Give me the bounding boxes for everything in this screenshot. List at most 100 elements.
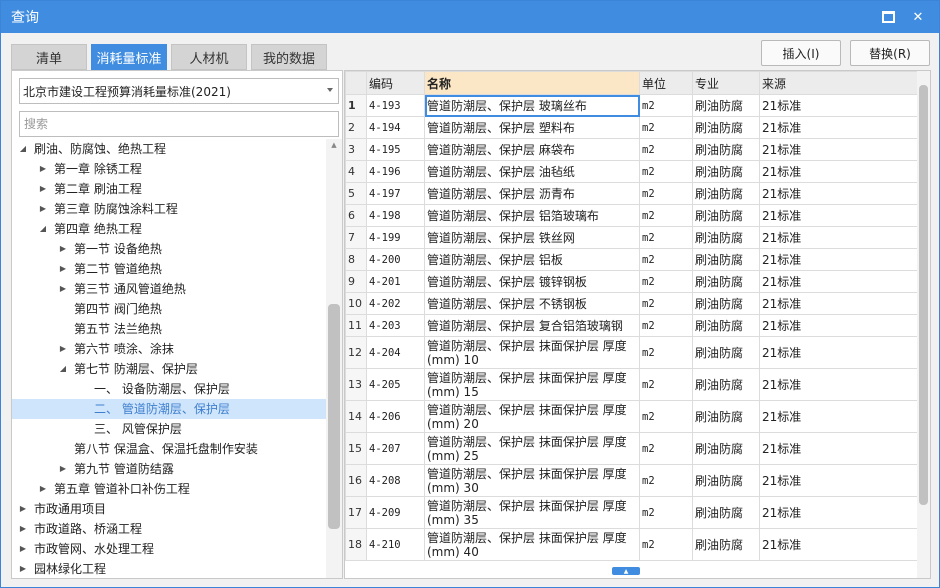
tree-collapsed-icon[interactable]: ▶	[58, 339, 68, 359]
major-cell[interactable]: 刷油防腐	[692, 94, 760, 117]
standard-select[interactable]: 北京市建设工程预算消耗量标准(2021)	[19, 78, 339, 104]
insert-button[interactable]: 插入(I)	[761, 40, 841, 66]
table-row[interactable]: 11 4-203 管道防潮层、保护层 复合铝箔玻璃钢 m2 刷油防腐 21标准	[345, 314, 918, 337]
unit-cell[interactable]: m2	[639, 432, 693, 465]
code-cell[interactable]: 4-200	[366, 248, 425, 271]
major-cell[interactable]: 刷油防腐	[692, 182, 760, 205]
tree-item[interactable]: ◢ 刷油、防腐蚀、绝热工程	[12, 139, 326, 159]
tree-item[interactable]: ▶ 第五章 管道补口补伤工程	[12, 479, 326, 499]
major-cell[interactable]: 刷油防腐	[692, 400, 760, 433]
tree-collapsed-icon[interactable]: ▶	[18, 539, 28, 559]
tree-item[interactable]: 第八节 保温盒、保温托盘制作安装	[12, 439, 326, 459]
name-cell[interactable]: 管道防潮层、保护层 镀锌钢板	[424, 270, 640, 293]
major-cell[interactable]: 刷油防腐	[692, 464, 760, 497]
unit-cell[interactable]: m2	[639, 496, 693, 529]
table-row[interactable]: 3 4-195 管道防潮层、保护层 麻袋布 m2 刷油防腐 21标准	[345, 138, 918, 161]
code-cell[interactable]: 4-207	[366, 432, 425, 465]
source-cell[interactable]: 21标准	[759, 182, 918, 205]
source-cell[interactable]: 21标准	[759, 496, 918, 529]
row-number-cell[interactable]: 17	[345, 496, 367, 529]
code-cell[interactable]: 4-204	[366, 336, 425, 369]
search-input[interactable]	[19, 111, 339, 137]
tree-collapsed-icon[interactable]: ▶	[18, 519, 28, 539]
unit-cell[interactable]: m2	[639, 248, 693, 271]
table-row[interactable]: 12 4-204 管道防潮层、保护层 抹面保护层 厚度(mm) 10 m2 刷油防腐 21…	[345, 336, 918, 369]
code-cell[interactable]: 4-198	[366, 204, 425, 227]
code-cell[interactable]: 4-205	[366, 368, 425, 401]
row-number-cell[interactable]: 6	[345, 204, 367, 227]
unit-cell[interactable]: m2	[639, 138, 693, 161]
unit-cell[interactable]: m2	[639, 94, 693, 117]
name-cell[interactable]: 管道防潮层、保护层 铝板	[424, 248, 640, 271]
tree-item[interactable]: ▶ 市政道路、桥涵工程	[12, 519, 326, 539]
name-cell[interactable]: 管道防潮层、保护层 抹面保护层 厚度(mm) 10	[424, 336, 640, 369]
replace-button[interactable]: 替换(R)	[850, 40, 930, 66]
table-row[interactable]: 2 4-194 管道防潮层、保护层 塑料布 m2 刷油防腐 21标准	[345, 116, 918, 139]
unit-cell[interactable]: m2	[639, 528, 693, 561]
major-cell[interactable]: 刷油防腐	[692, 116, 760, 139]
unit-cell[interactable]: m2	[639, 160, 693, 183]
code-cell[interactable]: 4-194	[366, 116, 425, 139]
tree-collapsed-icon[interactable]: ▶	[58, 279, 68, 299]
source-cell[interactable]: 21标准	[759, 226, 918, 249]
row-number-cell[interactable]: 5	[345, 182, 367, 205]
code-cell[interactable]: 4-197	[366, 182, 425, 205]
row-number-cell[interactable]: 2	[345, 116, 367, 139]
row-number-cell[interactable]: 3	[345, 138, 367, 161]
table-row[interactable]: 9 4-201 管道防潮层、保护层 镀锌钢板 m2 刷油防腐 21标准	[345, 270, 918, 293]
major-cell[interactable]: 刷油防腐	[692, 204, 760, 227]
tab-my-data[interactable]: 我的数据	[251, 44, 327, 70]
tree-item[interactable]: ▶ 市政管网、水处理工程	[12, 539, 326, 559]
tree-item[interactable]: ▶ 第三章 防腐蚀涂料工程	[12, 199, 326, 219]
tree-item[interactable]: 二、 管道防潮层、保护层	[12, 399, 326, 419]
table-row[interactable]: 8 4-200 管道防潮层、保护层 铝板 m2 刷油防腐 21标准	[345, 248, 918, 271]
code-cell[interactable]: 4-202	[366, 292, 425, 315]
row-number-cell[interactable]: 7	[345, 226, 367, 249]
major-cell[interactable]: 刷油防腐	[692, 248, 760, 271]
unit-cell[interactable]: m2	[639, 336, 693, 369]
code-cell[interactable]: 4-195	[366, 138, 425, 161]
tree-scrollbar-thumb[interactable]	[328, 304, 340, 529]
tree-item[interactable]: 一、 设备防潮层、保护层	[12, 379, 326, 399]
tree-item[interactable]: 第四节 阀门绝热	[12, 299, 326, 319]
major-cell[interactable]: 刷油防腐	[692, 314, 760, 337]
name-cell[interactable]: 管道防潮层、保护层 抹面保护层 厚度(mm) 30	[424, 464, 640, 497]
table-row[interactable]: 5 4-197 管道防潮层、保护层 沥青布 m2 刷油防腐 21标准	[345, 182, 918, 205]
name-cell[interactable]: 管道防潮层、保护层 塑料布	[424, 116, 640, 139]
tab-list[interactable]: 清单	[11, 44, 87, 70]
tree-collapsed-icon[interactable]: ▶	[18, 559, 28, 578]
unit-cell[interactable]: m2	[639, 400, 693, 433]
row-number-cell[interactable]: 14	[345, 400, 367, 433]
table-row[interactable]: 4 4-196 管道防潮层、保护层 油毡纸 m2 刷油防腐 21标准	[345, 160, 918, 183]
table-row[interactable]: 17 4-209 管道防潮层、保护层 抹面保护层 厚度(mm) 35 m2 刷油防腐 21…	[345, 496, 918, 529]
name-cell[interactable]: 管道防潮层、保护层 抹面保护层 厚度(mm) 35	[424, 496, 640, 529]
code-cell[interactable]: 4-193	[366, 94, 425, 117]
table-row[interactable]: 15 4-207 管道防潮层、保护层 抹面保护层 厚度(mm) 25 m2 刷油防腐 21…	[345, 432, 918, 465]
row-number-cell[interactable]: 1	[345, 94, 367, 117]
row-number-cell[interactable]: 10	[345, 292, 367, 315]
major-cell[interactable]: 刷油防腐	[692, 368, 760, 401]
row-number-cell[interactable]: 12	[345, 336, 367, 369]
major-cell[interactable]: 刷油防腐	[692, 226, 760, 249]
tree-collapsed-icon[interactable]: ▶	[38, 179, 48, 199]
source-cell[interactable]: 21标准	[759, 292, 918, 315]
maximize-icon[interactable]	[877, 7, 899, 27]
unit-cell[interactable]: m2	[639, 226, 693, 249]
code-cell[interactable]: 4-196	[366, 160, 425, 183]
code-cell[interactable]: 4-209	[366, 496, 425, 529]
unit-cell[interactable]: m2	[639, 368, 693, 401]
tab-labor-materials-machinery[interactable]: 人材机	[171, 44, 247, 70]
table-row[interactable]: 7 4-199 管道防潮层、保护层 铁丝网 m2 刷油防腐 21标准	[345, 226, 918, 249]
tree-collapsed-icon[interactable]: ▶	[38, 479, 48, 499]
table-row[interactable]: 10 4-202 管道防潮层、保护层 不锈钢板 m2 刷油防腐 21标准	[345, 292, 918, 315]
major-cell[interactable]: 刷油防腐	[692, 432, 760, 465]
name-cell[interactable]: 管道防潮层、保护层 不锈钢板	[424, 292, 640, 315]
code-cell[interactable]: 4-203	[366, 314, 425, 337]
row-number-cell[interactable]: 11	[345, 314, 367, 337]
grid-scrollbar[interactable]	[917, 71, 930, 578]
table-row[interactable]: 13 4-205 管道防潮层、保护层 抹面保护层 厚度(mm) 15 m2 刷油防腐 21…	[345, 368, 918, 401]
name-cell[interactable]: 管道防潮层、保护层 玻璃丝布	[424, 94, 640, 117]
tree-item[interactable]: ▶ 第二章 刷油工程	[12, 179, 326, 199]
table-row[interactable]: 18 4-210 管道防潮层、保护层 抹面保护层 厚度(mm) 40 m2 刷油防腐 21…	[345, 528, 918, 561]
tree-item[interactable]: ▶ 市政通用项目	[12, 499, 326, 519]
